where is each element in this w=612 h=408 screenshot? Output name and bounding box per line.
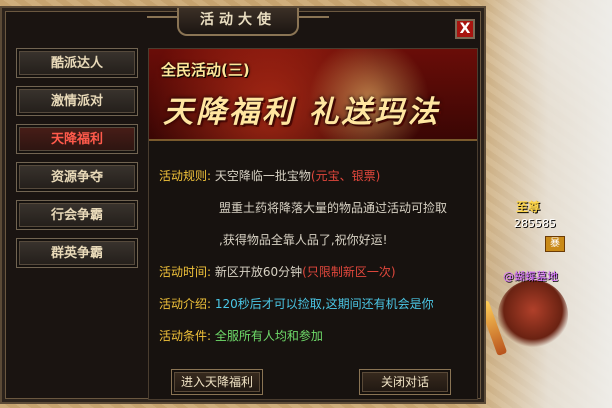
nav-item-heroes[interactable]: 群英争霸 (16, 238, 138, 268)
intro-label: 活动介绍: (159, 297, 212, 311)
nav-item-guild-war[interactable]: 行会争霸 (16, 200, 138, 230)
event-panel: 全民活动(三) 天降福利 礼送玛法 活动规则: 天空降临一批宝物(元宝、银票) … (148, 48, 478, 400)
close-dialog-button[interactable]: 关闭对话 (359, 369, 451, 395)
close-icon[interactable]: X (455, 19, 475, 39)
nav-item-resource[interactable]: 资源争夺 (16, 162, 138, 192)
event-nav: 酷派达人 激情派对 天降福利 资源争夺 行会争霸 群英争霸 (16, 48, 140, 276)
enter-event-button[interactable]: 进入天降福利 (171, 369, 263, 395)
rules-highlight: (元宝、银票) (310, 169, 381, 183)
player-guild: @蝴蝶墓地 (503, 270, 558, 283)
intro-text: 120秒后才可以捡取,这期间还有机会是你 (214, 297, 434, 311)
nav-item-kupai[interactable]: 酷派达人 (16, 48, 138, 78)
event-dialog: 活动大使 X 酷派达人 激情派对 天降福利 资源争夺 行会争霸 群英争霸 全民活… (0, 6, 486, 404)
player-character[interactable] (498, 280, 568, 350)
banner-subtitle: 全民活动(三) (161, 61, 250, 79)
time-label: 活动时间: (159, 265, 212, 279)
rules-text: 天空降临一批宝物 (214, 169, 311, 183)
condition-label: 活动条件: (159, 329, 212, 343)
time-highlight: (只限制新区一次) (302, 265, 396, 279)
nav-item-welfare[interactable]: 天降福利 (16, 124, 138, 154)
dialog-title: 活动大使 (147, 8, 329, 36)
player-title: 至尊 (516, 200, 541, 214)
player-id: 285585 (514, 217, 556, 230)
banner-title: 天降福利 礼送玛法 (163, 95, 441, 130)
rules-text-2: 盟重土药将降落大量的物品通过活动可捡取 (219, 201, 448, 215)
player-badge: 暴 (545, 236, 565, 252)
nav-item-party[interactable]: 激情派对 (16, 86, 138, 116)
event-banner: 全民活动(三) 天降福利 礼送玛法 (149, 49, 477, 141)
condition-text: 全服所有人均和参加 (214, 329, 323, 343)
rules-text-3: ,获得物品全靠人品了,祝你好运! (219, 233, 388, 247)
time-text: 新区开放60分钟 (214, 265, 303, 279)
rules-label: 活动规则: (159, 169, 212, 183)
